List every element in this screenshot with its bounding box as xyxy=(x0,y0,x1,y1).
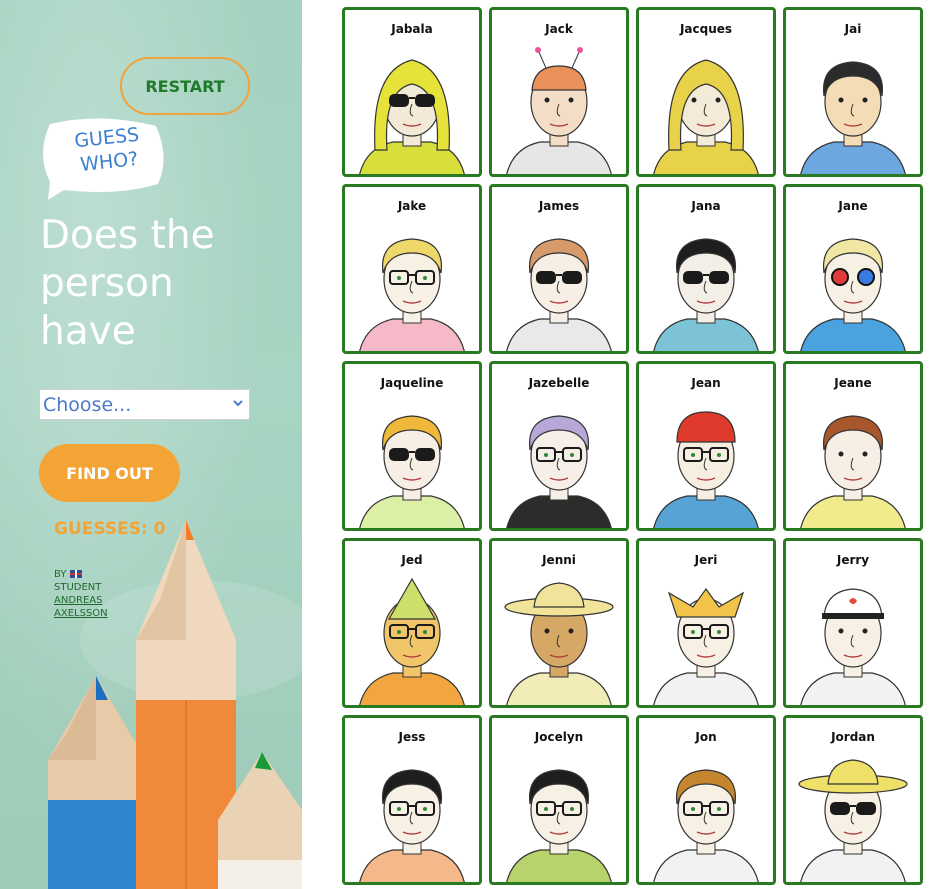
character-card-jordan[interactable]: Jordan xyxy=(783,715,923,885)
portrait-drawing xyxy=(653,238,759,351)
character-name: Jon xyxy=(695,730,717,744)
attribute-select[interactable]: Choose... xyxy=(39,389,250,420)
guesses-counter: GUESSES: 0 xyxy=(54,519,166,539)
character-name: Jai xyxy=(844,22,862,36)
character-name: Jake xyxy=(397,199,427,213)
portrait-drawing xyxy=(800,415,906,528)
character-card-jon[interactable]: Jon xyxy=(636,715,776,885)
character-name: Jean xyxy=(691,376,721,390)
character-card-jerry[interactable]: Jerry xyxy=(783,538,923,708)
portrait-drawing xyxy=(506,769,612,882)
portrait-drawing xyxy=(504,582,614,705)
character-name: Jenni xyxy=(542,553,576,567)
portrait-drawing xyxy=(359,415,465,528)
character-card-james[interactable]: James xyxy=(489,184,629,354)
portrait-drawing xyxy=(800,238,906,351)
author-link[interactable]: ANDREAS AXELSSON xyxy=(54,594,134,620)
character-card-jabala[interactable]: Jabala xyxy=(342,7,482,177)
portrait-drawing xyxy=(506,415,612,528)
character-card-jacques[interactable]: Jacques xyxy=(636,7,776,177)
attribute-select-value: Choose... xyxy=(43,394,132,416)
character-name: James xyxy=(538,199,580,213)
portrait-drawing xyxy=(506,238,612,351)
flag-icon xyxy=(69,570,82,578)
character-card-jean[interactable]: Jean xyxy=(636,361,776,531)
character-name: Jerry xyxy=(836,553,870,567)
character-name: Jess xyxy=(398,730,426,744)
byline-by: BY xyxy=(54,569,67,580)
character-name: Jordan xyxy=(831,730,875,744)
character-name: Jack xyxy=(545,22,573,36)
portrait-drawing xyxy=(359,59,465,174)
character-name: Jane xyxy=(838,199,868,213)
byline-student: STUDENT xyxy=(54,582,102,593)
character-name: Jana xyxy=(691,199,721,213)
character-card-jai[interactable]: Jai xyxy=(783,7,923,177)
character-card-jane[interactable]: Jane xyxy=(783,184,923,354)
character-name: Jed xyxy=(401,553,423,567)
character-card-jazebelle[interactable]: Jazebelle xyxy=(489,361,629,531)
restart-button[interactable]: RESTART xyxy=(120,57,250,115)
character-name: Jazebelle xyxy=(528,376,590,390)
character-card-jana[interactable]: Jana xyxy=(636,184,776,354)
character-card-jenni[interactable]: Jenni xyxy=(489,538,629,708)
character-name: Jacques xyxy=(679,22,733,36)
character-card-jaqueline[interactable]: Jaqueline xyxy=(342,361,482,531)
portrait-drawing xyxy=(653,587,759,705)
portrait-drawing xyxy=(800,588,906,705)
sidebar: RESTART GUESS WHO? Does the person have … xyxy=(0,0,302,889)
author-link-line-2: AXELSSON xyxy=(54,608,108,619)
portrait-drawing xyxy=(800,61,906,174)
portrait-drawing xyxy=(798,759,908,882)
portrait-drawing xyxy=(359,238,465,351)
character-name: Jeri xyxy=(694,553,718,567)
character-card-jed[interactable]: Jed xyxy=(342,538,482,708)
character-card-jeane[interactable]: Jeane xyxy=(783,361,923,531)
character-name: Jeane xyxy=(834,376,872,390)
portrait-drawing xyxy=(359,577,465,705)
find-out-button[interactable]: FIND OUT xyxy=(39,444,180,502)
portrait-drawing xyxy=(506,47,612,174)
chevron-down-icon xyxy=(233,400,243,407)
character-card-jocelyn[interactable]: Jocelyn xyxy=(489,715,629,885)
character-card-jack[interactable]: Jack xyxy=(489,7,629,177)
character-name: Jabala xyxy=(391,22,433,36)
character-grid: Jabala Jack Jacques Jai Jake James Jana Jane Jaq… xyxy=(342,7,923,885)
portrait-drawing xyxy=(653,411,759,528)
byline: BY STUDENT ANDREAS AXELSSON xyxy=(54,568,134,620)
character-card-jeri[interactable]: Jeri xyxy=(636,538,776,708)
portrait-drawing xyxy=(359,769,465,882)
portrait-drawing xyxy=(653,769,759,882)
character-name: Jocelyn xyxy=(534,730,584,744)
character-card-jess[interactable]: Jess xyxy=(342,715,482,885)
author-link-line-1: ANDREAS xyxy=(54,595,103,606)
character-card-jake[interactable]: Jake xyxy=(342,184,482,354)
character-name: Jaqueline xyxy=(380,376,444,390)
question-heading: Does the person have xyxy=(40,213,215,354)
portrait-drawing xyxy=(653,59,759,174)
